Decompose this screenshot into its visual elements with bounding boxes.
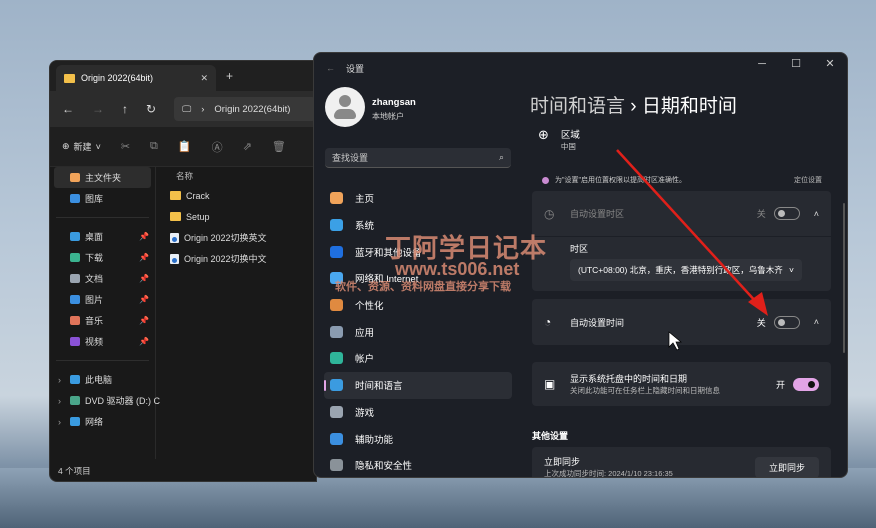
red-arrow-annotation xyxy=(616,149,768,351)
mouse-cursor-icon xyxy=(668,331,682,351)
